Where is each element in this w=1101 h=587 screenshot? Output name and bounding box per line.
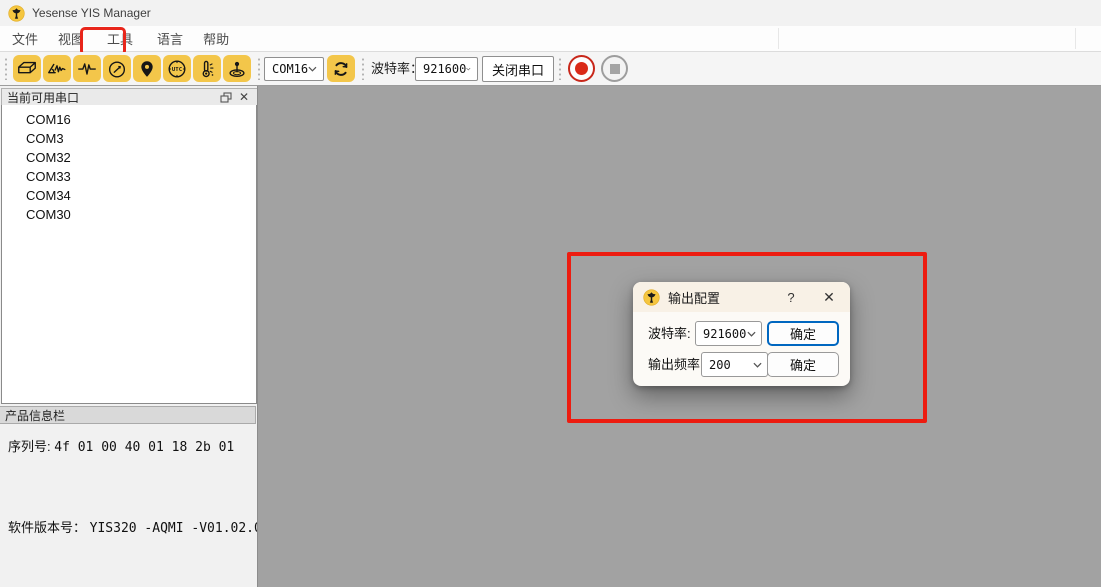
float-window-icon — [220, 92, 232, 103]
dialog-baud-confirm-button[interactable]: 确定 — [767, 321, 839, 346]
dialog-title: 输出配置 — [668, 288, 780, 307]
refresh-ports-button[interactable] — [327, 55, 355, 82]
dialog-baud-label: 波特率: — [648, 321, 691, 346]
product-info-header: 产品信息栏 — [0, 406, 256, 424]
app-logo-icon — [8, 5, 25, 22]
window-titlebar: Yesense YIS Manager — [0, 0, 1101, 26]
dialog-freq-value: 200 — [702, 358, 753, 372]
cube-icon — [16, 58, 38, 80]
dialog-freq-label: 输出频率: — [648, 352, 704, 377]
chevron-down-icon — [308, 66, 317, 72]
port-list-item[interactable]: COM30 — [2, 205, 256, 224]
serial-number-row: 序列号: 4f 01 00 40 01 18 2b 01 — [8, 436, 234, 455]
dialog-freq-confirm-button[interactable]: 确定 — [767, 352, 839, 377]
record-button[interactable] — [568, 55, 595, 82]
pulse-waveform-icon — [76, 58, 98, 80]
serial-number-value: 4f 01 00 40 01 18 2b 01 — [54, 440, 234, 455]
angle-waveform-icon — [46, 58, 68, 80]
software-version-value: YIS320 -AQMI -V01.02.03; — [90, 521, 278, 536]
beacon-button[interactable] — [223, 55, 251, 82]
port-list-item[interactable]: COM34 — [2, 186, 256, 205]
ports-panel-header: 当前可用串口 ✕ — [1, 88, 258, 106]
menu-language[interactable]: 语言 — [147, 25, 193, 52]
menu-help[interactable]: 帮助 — [193, 25, 239, 52]
port-list-item[interactable]: COM33 — [2, 167, 256, 186]
serial-number-label: 序列号: — [8, 439, 51, 454]
output-config-dialog: 输出配置 ? ✕ 波特率: 921600 确定 输出频率: 200 确定 — [633, 282, 850, 386]
toolbar-drag-handle[interactable] — [4, 57, 8, 80]
menu-view[interactable]: 视图 — [48, 25, 94, 52]
baud-rate-select[interactable]: 921600 — [415, 57, 478, 81]
chevron-down-icon — [753, 362, 762, 368]
stop-icon — [610, 64, 620, 74]
dialog-baud-select[interactable]: 921600 — [695, 321, 762, 346]
close-icon: ✕ — [239, 90, 249, 104]
record-icon — [575, 62, 588, 75]
temperature-button[interactable] — [193, 55, 221, 82]
software-version-label: 软件版本号： — [8, 520, 86, 535]
com-port-select[interactable]: COM16 — [264, 57, 324, 81]
dialog-freq-select[interactable]: 200 — [701, 352, 768, 377]
waveform-plot-button[interactable] — [73, 55, 101, 82]
menubar: 文件 视图 工具 语言 帮助 — [0, 26, 1101, 52]
utc-time-button[interactable]: UTC — [163, 55, 191, 82]
port-list-item[interactable]: COM32 — [2, 148, 256, 167]
ports-list: COM16 COM3 COM32 COM33 COM34 COM30 — [1, 105, 257, 404]
chevron-down-icon — [747, 331, 756, 337]
chevron-down-icon — [466, 66, 471, 72]
ports-panel-title: 当前可用串口 — [2, 89, 217, 106]
beacon-icon — [226, 58, 248, 80]
thermometer-icon — [196, 58, 218, 80]
close-serial-button[interactable]: 关闭串口 — [482, 56, 554, 82]
dialog-close-button[interactable]: ✕ — [818, 289, 840, 306]
svg-text:UTC: UTC — [172, 67, 182, 73]
dialog-baud-value: 921600 — [696, 327, 747, 341]
menu-file[interactable]: 文件 — [2, 25, 48, 52]
port-list-item[interactable]: COM16 — [2, 110, 256, 129]
location-pin-icon — [136, 58, 158, 80]
menubar-divider — [1075, 28, 1076, 49]
port-list-item[interactable]: COM3 — [2, 129, 256, 148]
float-panel-button[interactable] — [217, 90, 235, 104]
menu-tools[interactable]: 工具 — [97, 25, 143, 52]
angle-plot-button[interactable] — [43, 55, 71, 82]
toolbar-drag-handle[interactable] — [558, 57, 562, 80]
window-title: Yesense YIS Manager — [32, 6, 151, 20]
dialog-help-button[interactable]: ? — [780, 290, 802, 305]
app-logo-icon — [643, 289, 660, 306]
utc-clock-icon: UTC — [166, 58, 188, 80]
toolbar: UTC COM16 — [0, 52, 1101, 86]
gauge-button[interactable] — [103, 55, 131, 82]
com-port-value: COM16 — [265, 62, 308, 76]
3d-view-button[interactable] — [13, 55, 41, 82]
gauge-icon — [106, 58, 128, 80]
menubar-divider — [778, 28, 779, 49]
stop-button[interactable] — [601, 55, 628, 82]
baud-rate-value: 921600 — [416, 62, 466, 76]
toolbar-drag-handle[interactable] — [361, 57, 365, 80]
toolbar-drag-handle[interactable] — [257, 57, 261, 80]
refresh-icon — [331, 59, 351, 79]
software-version-row: 软件版本号： YIS320 -AQMI -V01.02.03; — [8, 517, 277, 536]
close-panel-button[interactable]: ✕ — [235, 90, 253, 104]
location-button[interactable] — [133, 55, 161, 82]
dialog-titlebar[interactable]: 输出配置 ? ✕ — [633, 282, 850, 312]
